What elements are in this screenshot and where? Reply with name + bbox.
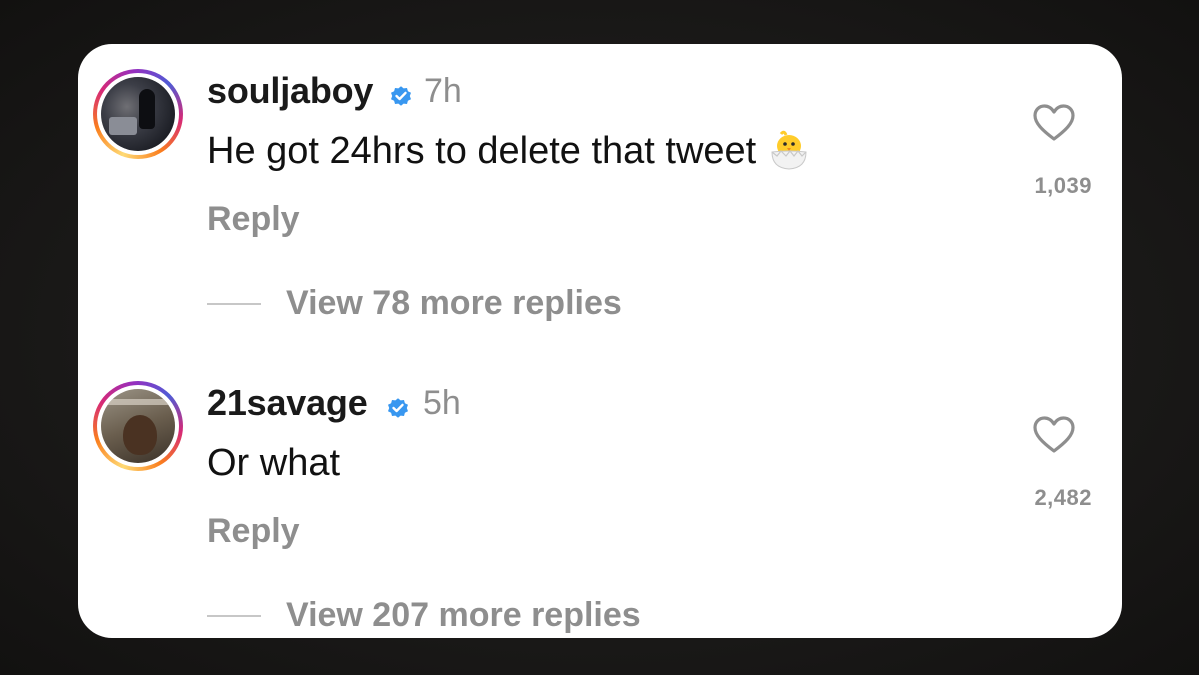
username[interactable]: souljaboy [207,70,373,112]
reply-button[interactable]: Reply [207,512,300,551]
reply-button[interactable]: Reply [207,200,300,239]
view-replies-label: View 207 more replies [286,596,641,634]
view-replies-button[interactable]: View 207 more replies [207,596,641,635]
view-replies-button[interactable]: View 78 more replies [207,284,622,323]
heart-icon[interactable] [1032,103,1076,143]
comment-text: He got 24hrs to delete that tweet [207,130,812,176]
heart-icon[interactable] [1032,415,1076,455]
verified-badge-icon [391,86,411,106]
username[interactable]: 21savage [207,382,368,424]
divider [207,302,261,305]
avatar[interactable] [93,381,183,471]
comment-text: Or what [207,442,341,484]
like-count: 1,039 [1034,173,1092,198]
avatar-image [101,77,175,151]
view-replies-label: View 78 more replies [286,284,622,322]
comments-card: souljaboy 7h He got 24hrs to delete that… [78,44,1122,638]
hatching-chick-icon [771,130,807,170]
avatar[interactable] [93,69,183,159]
like-count: 2,482 [1034,485,1092,510]
comment-text-body: He got 24hrs to delete that tweet [207,130,757,173]
divider [207,614,261,617]
avatar-image [101,389,175,463]
verified-badge-icon [388,398,408,418]
timestamp: 5h [423,384,461,422]
timestamp: 7h [424,72,462,110]
